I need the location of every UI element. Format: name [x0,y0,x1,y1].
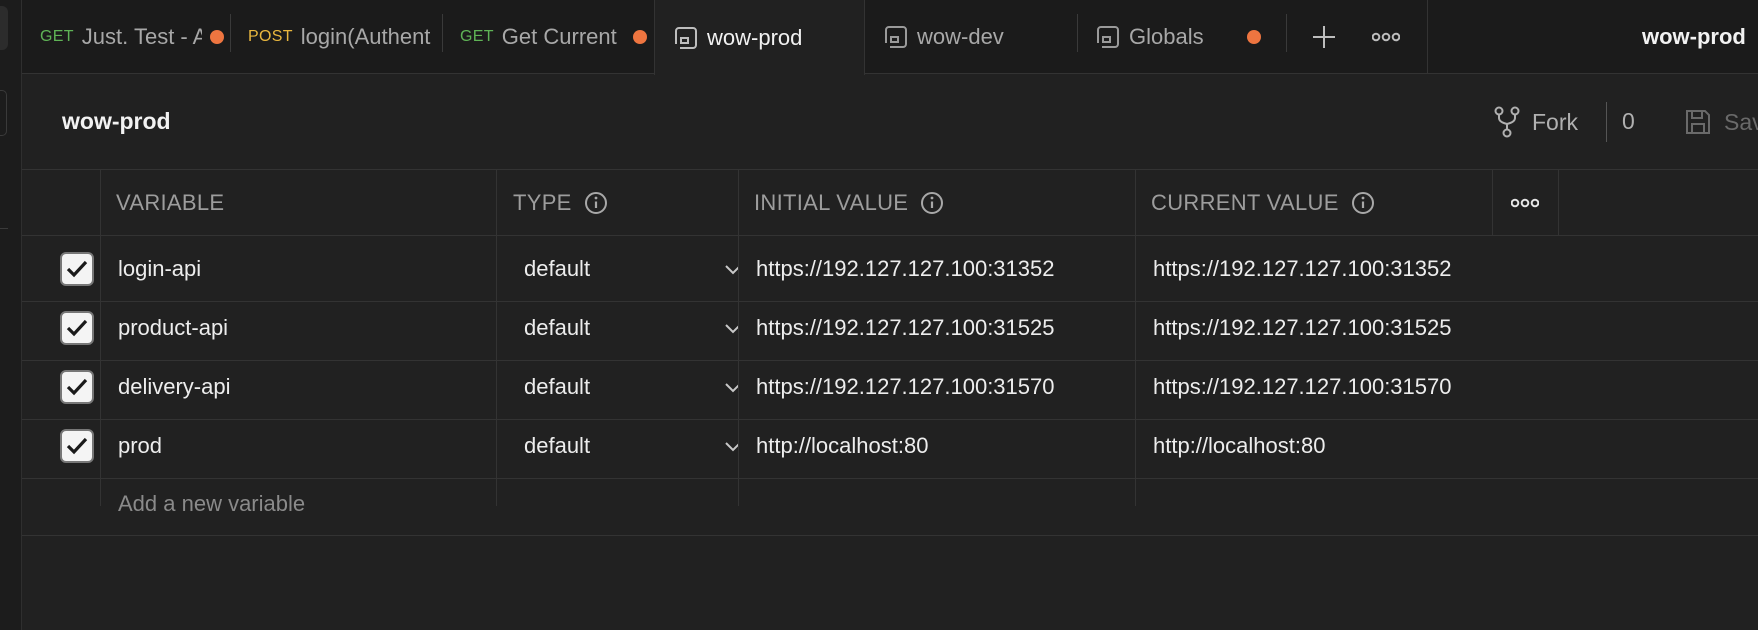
save-button[interactable]: Save [1684,100,1758,144]
tab-label: login(Authentication) [300,24,431,49]
enable-checkbox[interactable] [60,354,94,420]
column-header-initial-value: INITIAL VALUE [754,170,944,236]
new-variable-row: Add a new variable [22,472,1758,536]
table-options-button[interactable] [1492,170,1558,236]
fork-button[interactable]: Fork [1494,100,1578,144]
current-value-cell[interactable]: https://192.127.127.100:31352 [1153,236,1493,302]
current-value-cell[interactable]: https://192.127.127.100:31525 [1153,295,1493,361]
chevron-down-icon [725,265,738,275]
tab-environment-wow-dev[interactable]: wow-dev [865,0,1077,74]
column-header-type: TYPE [513,170,608,236]
table-header-row: VARIABLE TYPE INITIAL VALUE CURRENT VALU… [22,170,1758,236]
tab-label: wow-dev [917,24,1004,49]
type-select-value: default [524,374,591,399]
unsaved-dot [632,30,647,44]
environment-icon [1096,26,1119,49]
chevron-down-icon [725,442,738,452]
unsaved-dot [209,30,224,44]
initial-value-cell[interactable]: https://192.127.127.100:31352 [756,236,1126,302]
initial-value-cell[interactable]: http://localhost:80 [756,413,1126,479]
tab-environment-wow-prod[interactable]: wow-prod [654,0,865,75]
variable-name-cell[interactable]: delivery-api [118,354,488,420]
tab-method: POST [248,28,293,45]
variable-name-cell[interactable]: login-api [118,236,488,302]
left-sidebar-rail [0,0,22,630]
enable-checkbox[interactable] [60,236,94,302]
plus-icon [1313,26,1335,48]
save-icon [1686,110,1710,134]
environment-icon [674,26,697,50]
tab-label: wow-prod [707,24,803,50]
sidebar-collapsed-item[interactable] [0,6,8,50]
chevron-down-icon [725,324,738,334]
table-row: product-api default https://192.127.127.… [22,295,1758,361]
tab-globals[interactable]: Globals [1077,0,1285,74]
tab-method: GET [460,28,494,45]
tab-divider [1286,14,1287,52]
checkmark-icon [66,260,88,278]
chevron-down-icon [725,383,738,393]
new-current-value-cell[interactable] [1135,472,1492,536]
table-row: login-api default https://192.127.127.10… [22,236,1758,302]
more-horizontal-icon [1511,198,1539,208]
fork-divider [1606,102,1607,142]
tab-overflow-button[interactable] [1362,0,1410,74]
checkmark-icon [66,437,88,455]
enable-checkbox[interactable] [60,295,94,361]
column-header-label: INITIAL VALUE [754,190,909,215]
fork-label: Fork [1532,108,1578,135]
column-header-label: CURRENT VALUE [1151,190,1339,215]
environment-icon [884,26,907,49]
initial-value-cell[interactable]: https://192.127.127.100:31525 [756,295,1126,361]
new-type-cell[interactable] [496,472,738,536]
tab-label: Globals [1129,24,1204,49]
tab-bar: GET Just. Test - Add POST login(Authenti… [22,0,1758,75]
fork-count: 0 [1622,108,1635,134]
info-icon[interactable] [920,191,944,215]
environment-header: wow-prod Fork 0 Save [22,74,1758,170]
table-row: delivery-api default https://192.127.127… [22,354,1758,420]
type-select-value: default [524,256,591,281]
sidebar-divider [0,228,8,229]
tab-method: GET [40,28,74,45]
tab-request-just-test[interactable]: GET Just. Test - Add [22,0,230,74]
column-header-label: TYPE [513,190,572,215]
more-horizontal-icon [1372,32,1400,42]
column-header-current-value: CURRENT VALUE [1151,170,1375,236]
initial-value-cell[interactable]: https://192.127.127.100:31570 [756,354,1126,420]
tab-label: Just. Test - Add [81,24,202,49]
variable-name-cell[interactable]: prod [118,413,488,479]
type-select[interactable]: default [496,295,738,361]
table-row: prod default http://localhost:80 http://… [22,413,1758,479]
tab-request-login[interactable]: POST login(Authentication) [230,0,442,74]
sidebar-collapsed-field[interactable] [0,90,7,136]
info-icon[interactable] [584,191,608,215]
new-tab-button[interactable] [1300,0,1348,74]
tab-divider [1427,0,1428,74]
new-variable-input[interactable]: Add a new variable [118,472,488,536]
tab-request-get-current[interactable]: GET Get Current [442,0,654,74]
type-select[interactable]: default [496,354,738,420]
column-header-variable: VARIABLE [116,190,225,215]
current-value-cell[interactable]: http://localhost:80 [1153,413,1493,479]
enable-checkbox[interactable] [60,413,94,479]
checkmark-icon [66,378,88,396]
type-select-value: default [524,433,591,458]
type-select-value: default [524,315,591,340]
save-label: Save [1724,108,1758,135]
environment-selector[interactable]: wow-prod [1642,0,1746,74]
page-title: wow-prod [62,108,171,134]
unsaved-dot [1247,30,1261,44]
new-initial-value-cell[interactable] [738,472,1135,536]
tab-label: Get Current [501,24,617,49]
checkmark-icon [66,319,88,337]
variable-name-cell[interactable]: product-api [118,295,488,361]
type-select[interactable]: default [496,413,738,479]
info-icon[interactable] [1351,191,1375,215]
current-value-cell[interactable]: https://192.127.127.100:31570 [1153,354,1493,420]
type-select[interactable]: default [496,236,738,302]
fork-icon [1494,106,1520,138]
